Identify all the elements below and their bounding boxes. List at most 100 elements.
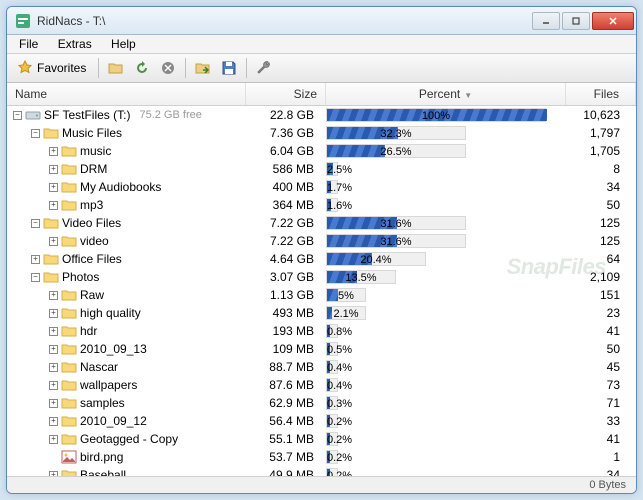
table-row[interactable]: +Nascar88.7 MB0.4%45 (7, 358, 636, 376)
table-row[interactable]: +high quality493 MB2.1%23 (7, 304, 636, 322)
header-size[interactable]: Size (246, 83, 326, 105)
table-row[interactable]: +video7.22 GB31.6%125 (7, 232, 636, 250)
item-size: 7.22 GB (246, 216, 326, 230)
expander-icon[interactable]: + (49, 147, 58, 156)
item-size: 493 MB (246, 306, 326, 320)
status-text: 0 Bytes (589, 479, 626, 491)
expander-icon[interactable]: + (49, 435, 58, 444)
percent-label: 0.5% (327, 343, 337, 357)
table-row[interactable]: +DRM586 MB2.5%8 (7, 160, 636, 178)
tree-list[interactable]: SnapFiles −SF TestFiles (T:)75.2 GB free… (7, 106, 636, 476)
expander-icon[interactable]: + (49, 381, 58, 390)
table-row[interactable]: +wallpapers87.6 MB0.4%73 (7, 376, 636, 394)
percent-bar: 0.8% (326, 324, 338, 338)
menu-file[interactable]: File (11, 35, 46, 53)
menubar: File Extras Help (7, 35, 636, 54)
expander-icon[interactable]: − (31, 219, 40, 228)
maximize-button[interactable] (562, 12, 590, 30)
table-row[interactable]: +2010_09_1256.4 MB0.2%33 (7, 412, 636, 430)
expander-icon[interactable]: + (49, 399, 58, 408)
item-files: 45 (566, 360, 636, 374)
expander-icon[interactable]: + (49, 417, 58, 426)
percent-bar: 0.4% (326, 360, 338, 374)
table-row[interactable]: +Office Files4.64 GB20.4%64 (7, 250, 636, 268)
item-size: 7.22 GB (246, 234, 326, 248)
percent-label: 31.6% (327, 235, 465, 249)
expander-icon[interactable]: + (49, 165, 58, 174)
percent-bar: 2.5% (326, 162, 338, 176)
percent-label: 2.5% (327, 163, 337, 177)
expander-icon[interactable]: + (49, 345, 58, 354)
folder-icon (61, 431, 77, 447)
table-row[interactable]: −Photos3.07 GB13.5%2,109 (7, 268, 636, 286)
percent-bar: 26.5% (326, 144, 466, 158)
folder-open-icon (108, 60, 124, 76)
export-button[interactable] (192, 57, 214, 79)
header-percent[interactable]: Percent▼ (326, 83, 566, 105)
percent-label: 0.2% (327, 469, 337, 476)
item-files: 125 (566, 216, 636, 230)
expander-icon[interactable]: + (49, 237, 58, 246)
expander-icon[interactable]: − (13, 111, 22, 120)
percent-label: 0.2% (327, 415, 337, 429)
table-row[interactable]: −SF TestFiles (T:)75.2 GB free22.8 GB100… (7, 106, 636, 124)
table-row[interactable]: +Raw1.13 GB5%151 (7, 286, 636, 304)
table-row[interactable]: +samples62.9 MB0.3%71 (7, 394, 636, 412)
expander-icon[interactable]: + (49, 309, 58, 318)
favorites-button[interactable]: Favorites (11, 58, 92, 78)
titlebar[interactable]: RidNacs - T:\ (7, 7, 636, 35)
item-files: 2,109 (566, 270, 636, 284)
table-row[interactable]: +Baseball49.9 MB0.2%34 (7, 466, 636, 476)
expander-icon[interactable]: + (49, 327, 58, 336)
item-files: 71 (566, 396, 636, 410)
item-size: 49.9 MB (246, 468, 326, 476)
save-button[interactable] (218, 57, 240, 79)
item-name: Music Files (62, 126, 122, 140)
window-title: RidNacs - T:\ (37, 14, 532, 28)
item-size: 109 MB (246, 342, 326, 356)
folder-icon (43, 125, 59, 141)
header-name[interactable]: Name (7, 83, 246, 105)
expander-icon[interactable]: + (49, 363, 58, 372)
table-row[interactable]: +music6.04 GB26.5%1,705 (7, 142, 636, 160)
percent-label: 0.3% (327, 397, 337, 411)
menu-extras[interactable]: Extras (50, 35, 100, 53)
table-row[interactable]: −Video Files7.22 GB31.6%125 (7, 214, 636, 232)
expander-icon[interactable]: + (49, 291, 58, 300)
item-size: 586 MB (246, 162, 326, 176)
menu-help[interactable]: Help (103, 35, 144, 53)
table-row[interactable]: +hdr193 MB0.8%41 (7, 322, 636, 340)
table-row[interactable]: +My Audiobooks400 MB1.7%34 (7, 178, 636, 196)
table-row[interactable]: bird.png53.7 MB0.2%1 (7, 448, 636, 466)
refresh-button[interactable] (131, 57, 153, 79)
expander-icon[interactable]: + (49, 201, 58, 210)
minimize-button[interactable] (532, 12, 560, 30)
folder-icon (61, 377, 77, 393)
item-name: mp3 (80, 198, 103, 212)
column-headers: Name Size Percent▼ Files (7, 83, 636, 106)
expander-icon[interactable]: + (31, 255, 40, 264)
percent-bar: 0.2% (326, 414, 338, 428)
item-name: 2010_09_12 (80, 414, 147, 428)
header-files[interactable]: Files (566, 83, 636, 105)
table-row[interactable]: +mp3364 MB1.6%50 (7, 196, 636, 214)
close-button[interactable] (592, 12, 634, 30)
item-name: music (80, 144, 111, 158)
item-name: Baseball (80, 468, 126, 476)
item-files: 41 (566, 432, 636, 446)
item-size: 3.07 GB (246, 270, 326, 284)
table-row[interactable]: +Geotagged - Copy55.1 MB0.2%41 (7, 430, 636, 448)
expander-icon[interactable]: − (31, 273, 40, 282)
item-files: 151 (566, 288, 636, 302)
stop-button[interactable] (157, 57, 179, 79)
item-size: 87.6 MB (246, 378, 326, 392)
open-button[interactable] (105, 57, 127, 79)
item-files: 8 (566, 162, 636, 176)
expander-icon[interactable]: + (49, 183, 58, 192)
settings-button[interactable] (253, 57, 275, 79)
table-row[interactable]: −Music Files7.36 GB32.3%1,797 (7, 124, 636, 142)
item-name: Photos (62, 270, 99, 284)
expander-icon[interactable]: − (31, 129, 40, 138)
table-row[interactable]: +2010_09_13109 MB0.5%50 (7, 340, 636, 358)
expander-icon[interactable]: + (49, 471, 58, 477)
